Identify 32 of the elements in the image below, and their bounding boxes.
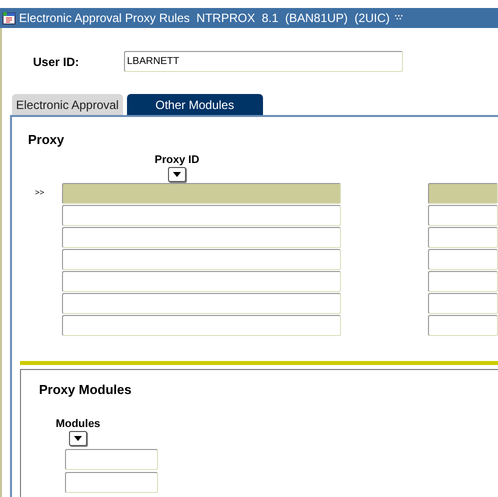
current-record-marker: >>	[35, 188, 44, 197]
tab[interactable]: Other Modules	[126, 94, 263, 115]
record-field[interactable]	[428, 270, 498, 292]
window-title: Electronic Approval Proxy Rules NTRPROX 8.1 (BAN81UP) (2UIC)	[19, 10, 390, 27]
caret-icon	[74, 436, 82, 441]
record-field[interactable]	[62, 292, 341, 314]
field-label: User ID:	[33, 54, 80, 70]
record-field[interactable]	[62, 314, 341, 336]
record-field[interactable]	[428, 226, 498, 248]
record-field[interactable]	[62, 226, 341, 248]
column-header: Proxy ID	[154, 154, 200, 166]
record-field[interactable]	[62, 182, 341, 204]
record-field[interactable]	[62, 270, 341, 292]
record-field[interactable]	[428, 182, 498, 204]
record-field[interactable]	[428, 292, 498, 314]
form-icon	[2, 11, 16, 25]
tab[interactable]: Electronic Approval	[12, 94, 123, 115]
dropdown-button[interactable]	[168, 166, 186, 182]
record-field[interactable]	[62, 248, 341, 270]
user-id-field[interactable]: LBARNETT	[124, 51, 403, 72]
section-heading: Proxy	[28, 131, 66, 149]
caret-icon	[173, 172, 181, 176]
record-field[interactable]	[65, 449, 158, 470]
record-field[interactable]	[65, 472, 158, 493]
section-heading: Proxy Modules	[38, 380, 132, 399]
grip-icon	[394, 14, 403, 22]
record-field[interactable]	[428, 204, 498, 226]
record-field[interactable]	[428, 314, 498, 336]
column-header: Modules	[56, 418, 100, 431]
record-field[interactable]	[428, 248, 498, 270]
dropdown-button[interactable]	[69, 431, 87, 446]
record-field[interactable]	[62, 204, 341, 226]
